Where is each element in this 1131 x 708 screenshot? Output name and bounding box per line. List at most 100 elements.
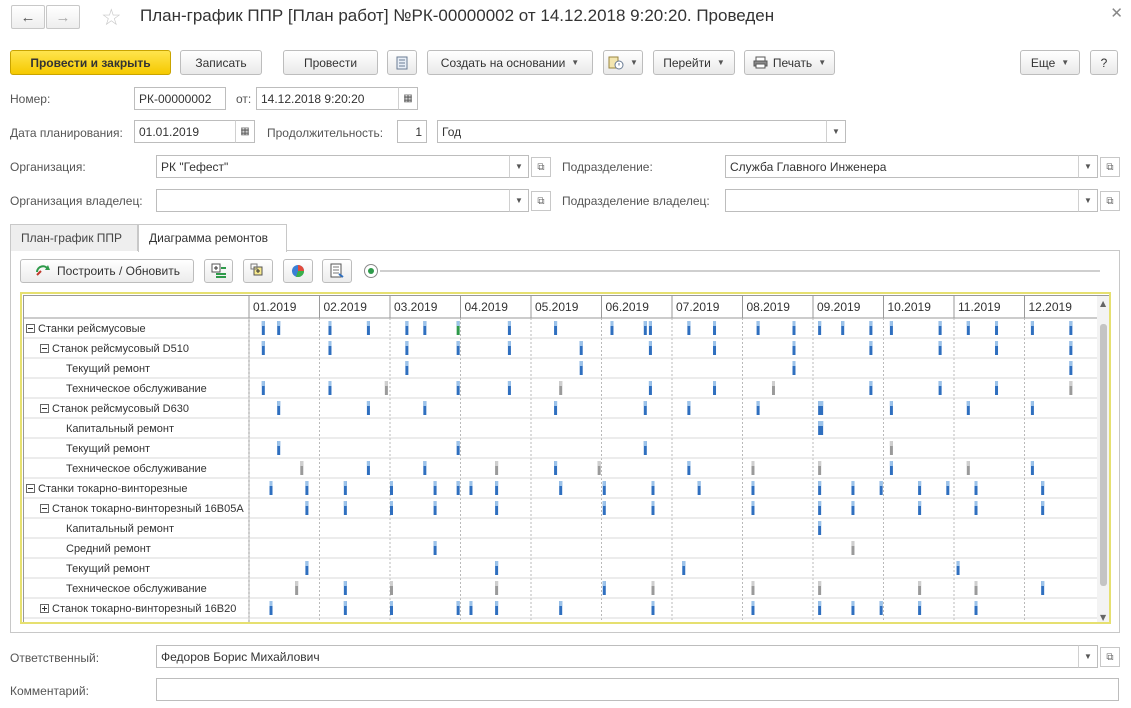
repair-marker-highlight[interactable] — [643, 441, 647, 446]
repair-marker-highlight[interactable] — [554, 461, 558, 466]
goto-button[interactable]: Перейти ▼ — [653, 50, 735, 75]
repair-marker-highlight[interactable] — [851, 501, 855, 506]
repair-marker-highlight[interactable] — [966, 401, 970, 406]
repair-marker-highlight[interactable] — [469, 481, 473, 486]
print-button[interactable]: Печать ▼ — [744, 50, 835, 75]
scrollbar-thumb[interactable] — [1100, 324, 1107, 586]
repair-marker-highlight[interactable] — [269, 601, 273, 606]
repair-marker-highlight[interactable] — [554, 401, 558, 406]
repair-marker-highlight[interactable] — [818, 581, 822, 586]
repair-marker-highlight[interactable] — [495, 581, 499, 586]
repair-marker-highlight[interactable] — [456, 321, 460, 326]
repair-marker-highlight[interactable] — [889, 461, 893, 466]
calendar-button[interactable]: ▦ — [398, 87, 418, 110]
repair-marker-highlight[interactable] — [328, 321, 332, 326]
repair-marker-highlight[interactable] — [966, 461, 970, 466]
repair-marker-highlight[interactable] — [277, 441, 281, 446]
repair-marker-highlight[interactable] — [818, 421, 824, 426]
repair-marker-highlight[interactable] — [818, 481, 822, 486]
repair-marker-highlight[interactable] — [456, 441, 460, 446]
repair-marker-highlight[interactable] — [751, 501, 755, 506]
repair-marker-highlight[interactable] — [643, 321, 647, 326]
favorite-star-icon[interactable]: ☆ — [101, 4, 122, 30]
scale-slider-track[interactable] — [380, 270, 1100, 272]
gantt-row-label[interactable]: Станки рейсмусовые — [38, 323, 146, 335]
repair-marker-highlight[interactable] — [687, 401, 691, 406]
repair-marker-highlight[interactable] — [390, 481, 393, 486]
repair-marker-highlight[interactable] — [682, 561, 686, 566]
repair-marker-highlight[interactable] — [366, 461, 370, 466]
repair-marker-highlight[interactable] — [1069, 381, 1073, 386]
gantt-row-label[interactable]: Капитальный ремонт — [66, 423, 174, 435]
repair-marker-highlight[interactable] — [602, 581, 606, 586]
repair-marker-highlight[interactable] — [328, 341, 332, 346]
repair-marker-highlight[interactable] — [390, 501, 393, 506]
repair-marker-highlight[interactable] — [651, 501, 655, 506]
organization-field[interactable]: РК "Гефест" — [156, 155, 510, 178]
repair-marker-highlight[interactable] — [300, 461, 304, 466]
repair-marker-highlight[interactable] — [495, 501, 499, 506]
department-owner-dropdown-button[interactable]: ▼ — [1078, 189, 1098, 212]
scale-slider-handle[interactable] — [364, 264, 378, 278]
repair-marker-highlight[interactable] — [889, 321, 893, 326]
repair-marker-highlight[interactable] — [390, 601, 393, 606]
number-field[interactable]: РК-00000002 — [134, 87, 226, 110]
repair-marker-highlight[interactable] — [1041, 481, 1045, 486]
repair-marker-highlight[interactable] — [995, 381, 999, 386]
repair-marker-highlight[interactable] — [818, 461, 822, 466]
repair-marker-highlight[interactable] — [495, 481, 499, 486]
repair-marker-highlight[interactable] — [956, 561, 960, 566]
repair-marker-highlight[interactable] — [423, 321, 427, 326]
repair-marker-highlight[interactable] — [651, 581, 655, 586]
period-select[interactable]: Год — [437, 120, 827, 143]
repair-marker-highlight[interactable] — [559, 381, 563, 386]
plan-calendar-button[interactable]: ▦ — [235, 120, 255, 143]
repair-marker-highlight[interactable] — [343, 581, 347, 586]
repair-marker-highlight[interactable] — [261, 321, 265, 326]
comment-field[interactable] — [156, 678, 1119, 701]
repair-marker-highlight[interactable] — [918, 581, 922, 586]
scroll-up-icon[interactable]: ▲ — [1100, 299, 1107, 308]
repair-marker-highlight[interactable] — [841, 321, 845, 326]
repair-marker-highlight[interactable] — [423, 401, 427, 406]
repair-marker-highlight[interactable] — [433, 501, 437, 506]
repair-marker-highlight[interactable] — [851, 481, 855, 486]
tab-repair-diagram[interactable]: Диаграмма ремонтов — [138, 224, 287, 252]
build-refresh-button[interactable]: Построить / Обновить — [20, 259, 194, 283]
scroll-down-icon[interactable]: ▼ — [1100, 613, 1107, 622]
gantt-row-label[interactable]: Капитальный ремонт — [66, 523, 174, 535]
repair-marker-highlight[interactable] — [277, 401, 281, 406]
repair-marker-highlight[interactable] — [261, 341, 265, 346]
repair-marker-highlight[interactable] — [456, 481, 460, 486]
repair-marker-highlight[interactable] — [456, 341, 460, 346]
document-date-field[interactable]: 14.12.2018 9:20:20 — [256, 87, 399, 110]
repair-marker-highlight[interactable] — [495, 601, 499, 606]
repair-marker-highlight[interactable] — [610, 321, 614, 326]
repair-marker-highlight[interactable] — [651, 601, 655, 606]
repair-marker-highlight[interactable] — [305, 481, 309, 486]
gantt-row-label[interactable]: Станок токарно-винторезный 16В20 — [52, 603, 236, 615]
gantt-row-label[interactable]: Станок рейсмусовый D630 — [52, 403, 189, 415]
repair-marker-highlight[interactable] — [597, 461, 601, 466]
repair-marker-highlight[interactable] — [995, 341, 999, 346]
list-button[interactable] — [387, 50, 417, 75]
more-button[interactable]: Еще ▼ — [1020, 50, 1080, 75]
repair-marker-highlight[interactable] — [818, 601, 822, 606]
repair-marker-highlight[interactable] — [879, 601, 883, 606]
save-button[interactable]: Записать — [180, 50, 262, 75]
repair-marker-highlight[interactable] — [433, 541, 437, 546]
repair-marker-highlight[interactable] — [938, 341, 942, 346]
color-settings-button[interactable] — [283, 259, 313, 283]
repair-marker-highlight[interactable] — [756, 321, 760, 326]
repair-marker-highlight[interactable] — [507, 321, 511, 326]
repair-marker-highlight[interactable] — [697, 481, 701, 486]
repair-marker-highlight[interactable] — [1069, 321, 1073, 326]
repair-marker-highlight[interactable] — [495, 561, 499, 566]
repair-marker-highlight[interactable] — [507, 341, 511, 346]
repair-marker-highlight[interactable] — [648, 341, 652, 346]
repair-marker-highlight[interactable] — [869, 321, 873, 326]
repair-marker-highlight[interactable] — [1069, 341, 1073, 346]
gantt-canvas[interactable]: 01.2019 02.2019 03.2019 04.2019 05.2019 06.20… — [24, 296, 1110, 624]
repair-marker-highlight[interactable] — [343, 601, 347, 606]
repair-marker-highlight[interactable] — [818, 321, 822, 326]
